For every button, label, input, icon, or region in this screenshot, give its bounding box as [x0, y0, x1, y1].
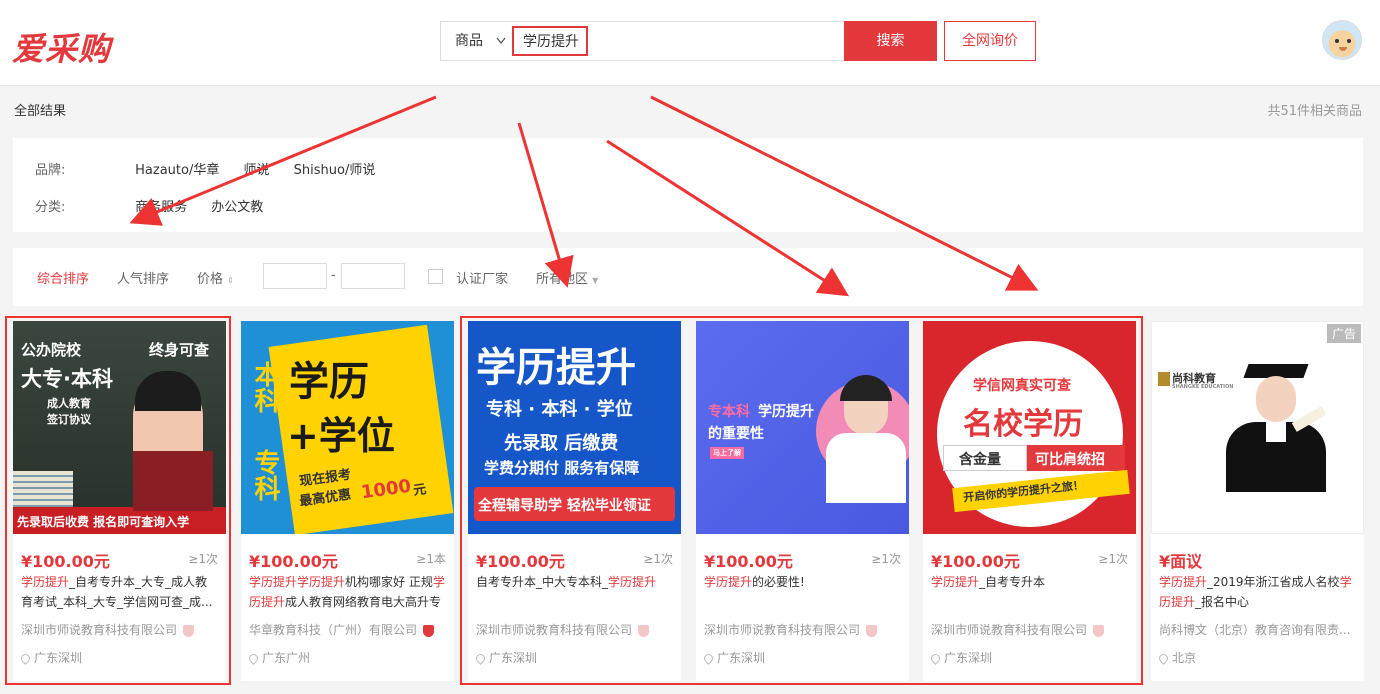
- search-type-select[interactable]: 商品: [441, 22, 513, 60]
- product-card[interactable]: 学历 +学位 本科 专科 现在报考 最高优惠 1000 元 ¥100.00元 ≥…: [241, 321, 454, 681]
- caret-down-icon: ▼: [592, 276, 599, 285]
- ad-tag: 广告: [1326, 324, 1361, 343]
- price-min-input[interactable]: [263, 263, 327, 289]
- product-image[interactable]: 广告 尚科教育 SHANGKE EDUCATION: [1151, 321, 1364, 534]
- sort-bar: 综合排序 人气排序 价格 ⇕ - 认证厂家 所有地区 ▼: [13, 248, 1363, 306]
- region-label: 所有地区: [536, 272, 589, 287]
- company-name-text: 尚科博文（北京）教育咨询有限责...: [1159, 623, 1351, 637]
- title-text: _2019年浙江省成人名校: [1207, 575, 1340, 589]
- inquiry-button[interactable]: 全网询价: [944, 21, 1036, 61]
- title-keyword: 学历提升: [249, 575, 298, 589]
- category-filter-row: 分类: 商务服务 办公文教: [35, 196, 283, 215]
- title-text: _报名中心: [1195, 595, 1250, 609]
- sort-comprehensive[interactable]: 综合排序: [37, 268, 89, 287]
- brand-label: 品牌:: [35, 163, 66, 178]
- brand-option[interactable]: Shishuo/师说: [294, 159, 376, 178]
- header: 爱采购 商品 搜索 全网询价: [0, 0, 1380, 86]
- min-order: ≥1本: [416, 552, 446, 566]
- brand-option[interactable]: 师说: [243, 159, 269, 178]
- category-label: 分类:: [35, 200, 66, 215]
- region-select[interactable]: 所有地区 ▼: [536, 268, 598, 287]
- company-name[interactable]: 尚科博文（北京）教育咨询有限责...: [1159, 621, 1350, 638]
- filter-panel: 品牌: Hazauto/华章 师说 Shishuo/师说 分类: 商务服务 办公…: [13, 138, 1363, 232]
- verified-badge-icon: [423, 624, 435, 637]
- search-term-highlight: [512, 26, 588, 56]
- results-count: 共51件相关商品: [1267, 104, 1362, 119]
- product-title[interactable]: 学历提升学历提升机构哪家好 正规学历提升成人教育网络教育电大高升专: [249, 572, 446, 612]
- price-max-input[interactable]: [341, 263, 405, 289]
- location-pin-icon: [1157, 652, 1170, 665]
- verified-label: 认证厂家: [456, 272, 509, 287]
- sort-arrows-icon: ⇕: [227, 276, 234, 285]
- product-title[interactable]: 学历提升_2019年浙江省成人名校学历提升_报名中心: [1159, 572, 1356, 612]
- avatar[interactable]: [1322, 20, 1362, 60]
- logo[interactable]: 爱采购: [12, 24, 111, 70]
- product-image[interactable]: 学历 +学位 本科 专科 现在报考 最高优惠 1000 元: [241, 321, 454, 534]
- title-keyword: 学历提升: [1159, 575, 1208, 589]
- brand-option[interactable]: Hazauto/华章: [135, 159, 219, 178]
- image-text: 专科: [250, 449, 280, 501]
- annotation-frame: [5, 316, 231, 685]
- sort-popularity[interactable]: 人气排序: [117, 268, 169, 287]
- search-button[interactable]: 搜索: [844, 21, 937, 61]
- search-bar: 商品 搜索: [440, 21, 937, 61]
- category-option[interactable]: 办公文教: [211, 196, 263, 215]
- title-text: 成人教育网络教育电大高升专: [285, 595, 442, 609]
- image-text: SHANGKE EDUCATION: [1172, 384, 1234, 390]
- image-text: +学位: [287, 414, 395, 458]
- product-price: ¥100.00元: [249, 552, 338, 571]
- image-text: 学历: [289, 359, 369, 405]
- product-price: ¥面议: [1159, 552, 1203, 571]
- location: 北京: [1157, 649, 1197, 666]
- company-name[interactable]: 华章教育科技（广州）有限公司: [249, 621, 435, 638]
- company-name-text: 华章教育科技（广州）有限公司: [249, 623, 418, 637]
- chevron-down-icon: [496, 22, 506, 77]
- search-type-label: 商品: [455, 33, 483, 49]
- brand-filter-row: 品牌: Hazauto/华章 师说 Shishuo/师说: [35, 159, 395, 178]
- results-label: 全部结果: [14, 104, 67, 119]
- location-pin-icon: [247, 652, 260, 665]
- annotation-frame: [460, 316, 1143, 685]
- verified-checkbox[interactable]: [428, 269, 443, 284]
- price-separator: -: [331, 268, 336, 283]
- location-text: 广东广州: [262, 651, 311, 665]
- sort-price[interactable]: 价格 ⇕: [197, 268, 234, 287]
- title-text: 机构哪家好 正规: [345, 575, 433, 589]
- image-text: 本科: [250, 361, 280, 413]
- location: 广东广州: [247, 649, 311, 666]
- title-keyword: 学历提升: [297, 575, 346, 589]
- sort-price-label: 价格: [197, 272, 224, 287]
- category-option[interactable]: 商务服务: [135, 196, 187, 215]
- image-text: 元: [412, 482, 428, 499]
- location-text: 北京: [1172, 651, 1197, 665]
- product-card[interactable]: 广告 尚科教育 SHANGKE EDUCATION ¥面议 学历提升_2019年…: [1151, 321, 1364, 681]
